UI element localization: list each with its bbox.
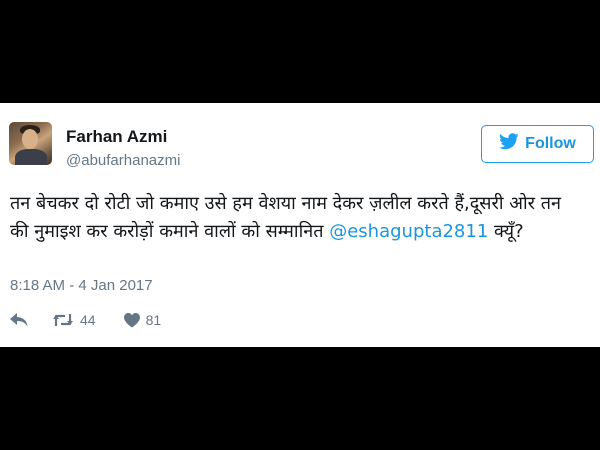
avatar[interactable] bbox=[9, 122, 52, 165]
retweet-icon bbox=[52, 313, 74, 327]
avatar-face bbox=[22, 129, 38, 149]
like-count: 81 bbox=[145, 312, 162, 328]
user-name[interactable]: Farhan Azmi bbox=[66, 127, 167, 147]
reply-icon bbox=[10, 313, 28, 327]
user-handle[interactable]: @abufarhanazmi bbox=[66, 152, 180, 169]
heart-icon bbox=[123, 312, 140, 328]
twitter-bird-icon bbox=[499, 133, 519, 155]
like-button[interactable]: 81 bbox=[123, 312, 162, 328]
tweet-text-part2: क्यूँ? bbox=[488, 221, 524, 242]
tweet-actions: 44 81 bbox=[10, 312, 185, 328]
avatar-body bbox=[15, 149, 47, 165]
tweet-text: तन बेचकर दो रोटी जो कमाए उसे हम वेशया ना… bbox=[10, 190, 585, 246]
reply-button[interactable] bbox=[10, 313, 28, 327]
tweet-card: Farhan Azmi @abufarhanazmi Follow तन बेच… bbox=[0, 103, 600, 347]
tweet-timestamp[interactable]: 8:18 AM - 4 Jan 2017 bbox=[10, 277, 153, 294]
follow-label: Follow bbox=[525, 135, 576, 152]
tweet-mention-link[interactable]: @eshagupta2811 bbox=[329, 221, 488, 242]
retweet-count: 44 bbox=[80, 312, 96, 328]
follow-button[interactable]: Follow bbox=[481, 125, 594, 163]
retweet-button[interactable]: 44 bbox=[52, 312, 96, 328]
